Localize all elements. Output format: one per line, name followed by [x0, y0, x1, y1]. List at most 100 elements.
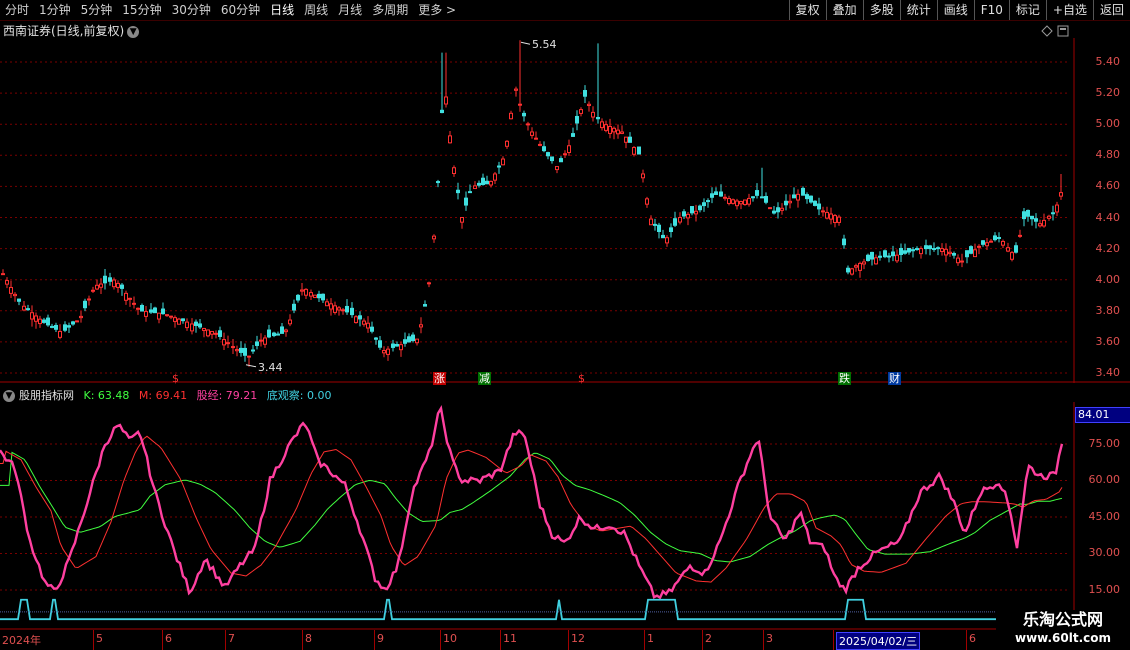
marker-dollar-2[interactable]: $: [577, 372, 586, 385]
back-button[interactable]: 返回: [1092, 0, 1130, 20]
adjust-button[interactable]: 复权: [788, 0, 826, 20]
watermark-title: 乐淘公式网: [1022, 610, 1103, 629]
candle: [83, 298, 87, 312]
k-value: K: 63.48: [83, 389, 130, 402]
draw-button[interactable]: 画线: [936, 0, 974, 20]
chevron-down-icon[interactable]: ▼: [127, 25, 140, 38]
candle: [784, 194, 788, 211]
candle: [940, 243, 944, 256]
candle: [345, 299, 349, 315]
candle: [719, 184, 723, 197]
candle: [202, 327, 206, 338]
indicator-chart[interactable]: [0, 402, 1130, 630]
candle: [657, 222, 661, 239]
candle: [801, 186, 805, 196]
candle: [456, 182, 460, 200]
candle: [194, 319, 198, 333]
candle: [850, 267, 854, 276]
indicator-name: 股朋指标网: [19, 389, 74, 402]
candle: [776, 202, 780, 219]
marker-cai[interactable]: 财: [888, 372, 901, 385]
candle: [124, 290, 128, 305]
gj-value: 股经: 79.21: [196, 389, 258, 402]
candle: [796, 189, 800, 208]
candle: [649, 215, 653, 226]
candle: [567, 139, 571, 156]
candle: [571, 127, 575, 138]
multi-stock-button[interactable]: 多股: [862, 0, 900, 20]
f10-button[interactable]: F10: [973, 0, 1009, 20]
period-15min[interactable]: 15分钟: [117, 0, 166, 20]
candle: [489, 180, 493, 188]
mark-button[interactable]: 标记: [1008, 0, 1046, 20]
candle: [514, 86, 518, 97]
candle: [600, 118, 604, 131]
period-30min[interactable]: 30分钟: [167, 0, 216, 20]
candle: [1026, 209, 1030, 222]
candle: [473, 181, 477, 190]
candle: [854, 263, 858, 272]
price-tick-label: 4.20: [1095, 241, 1121, 255]
time-axis-label: 3: [766, 632, 773, 645]
candle: [354, 315, 358, 324]
candle: [702, 198, 706, 212]
indicator-tick-label: 30.00: [1088, 546, 1121, 560]
time-axis-tick: [302, 630, 303, 650]
candle: [563, 150, 567, 159]
period-more[interactable]: 更多 >: [413, 0, 461, 20]
marker-dollar-1[interactable]: $: [171, 372, 180, 385]
candle: [919, 246, 923, 259]
chevron-down-icon[interactable]: ▼: [3, 390, 15, 402]
candle: [973, 243, 977, 258]
candle: [374, 337, 378, 345]
candle: [22, 301, 26, 312]
candle: [1006, 242, 1010, 253]
price-tick-label: 4.80: [1095, 148, 1121, 162]
candle: [214, 330, 218, 339]
marker-zhang[interactable]: 涨: [433, 372, 446, 385]
period-multi[interactable]: 多周期: [367, 0, 413, 20]
marker-die[interactable]: 跌: [838, 372, 851, 385]
period-60min[interactable]: 60分钟: [216, 0, 265, 20]
period-fenshi[interactable]: 分时: [0, 0, 34, 20]
candle: [321, 293, 325, 304]
candle: [899, 243, 903, 263]
stats-button[interactable]: 统计: [899, 0, 937, 20]
candle: [661, 229, 665, 239]
candle: [637, 146, 641, 155]
candle: [231, 339, 235, 355]
candle: [727, 195, 731, 206]
candle: [915, 246, 919, 251]
candlestick-chart[interactable]: 5.54 3.44: [0, 38, 1130, 383]
marker-jian[interactable]: 减: [478, 372, 491, 385]
candle: [686, 211, 690, 226]
gj-line: [0, 405, 1064, 600]
period-weekly[interactable]: 周线: [299, 0, 333, 20]
candle: [243, 343, 247, 362]
candle: [969, 245, 973, 255]
candle: [817, 197, 821, 216]
add-watchlist-button[interactable]: +自选: [1045, 0, 1093, 20]
overlay-button[interactable]: 叠加: [825, 0, 863, 20]
candle: [382, 346, 386, 358]
dgc-value: 底观察: 0.00: [266, 389, 332, 402]
candle: [185, 318, 189, 331]
candle: [874, 254, 878, 265]
candle: [1010, 250, 1014, 262]
period-monthly[interactable]: 月线: [333, 0, 367, 20]
candle: [358, 311, 362, 327]
candle: [325, 298, 329, 307]
candle: [772, 206, 776, 215]
candle: [837, 214, 841, 226]
candle: [251, 344, 255, 354]
period-daily[interactable]: 日线: [265, 0, 299, 20]
candle: [833, 213, 837, 228]
candle: [91, 286, 95, 294]
period-1min[interactable]: 1分钟: [34, 0, 76, 20]
candle: [267, 324, 271, 339]
candle: [895, 249, 899, 263]
candle: [694, 204, 698, 222]
candle: [103, 269, 107, 290]
period-5min[interactable]: 5分钟: [76, 0, 118, 20]
candle: [723, 193, 727, 201]
